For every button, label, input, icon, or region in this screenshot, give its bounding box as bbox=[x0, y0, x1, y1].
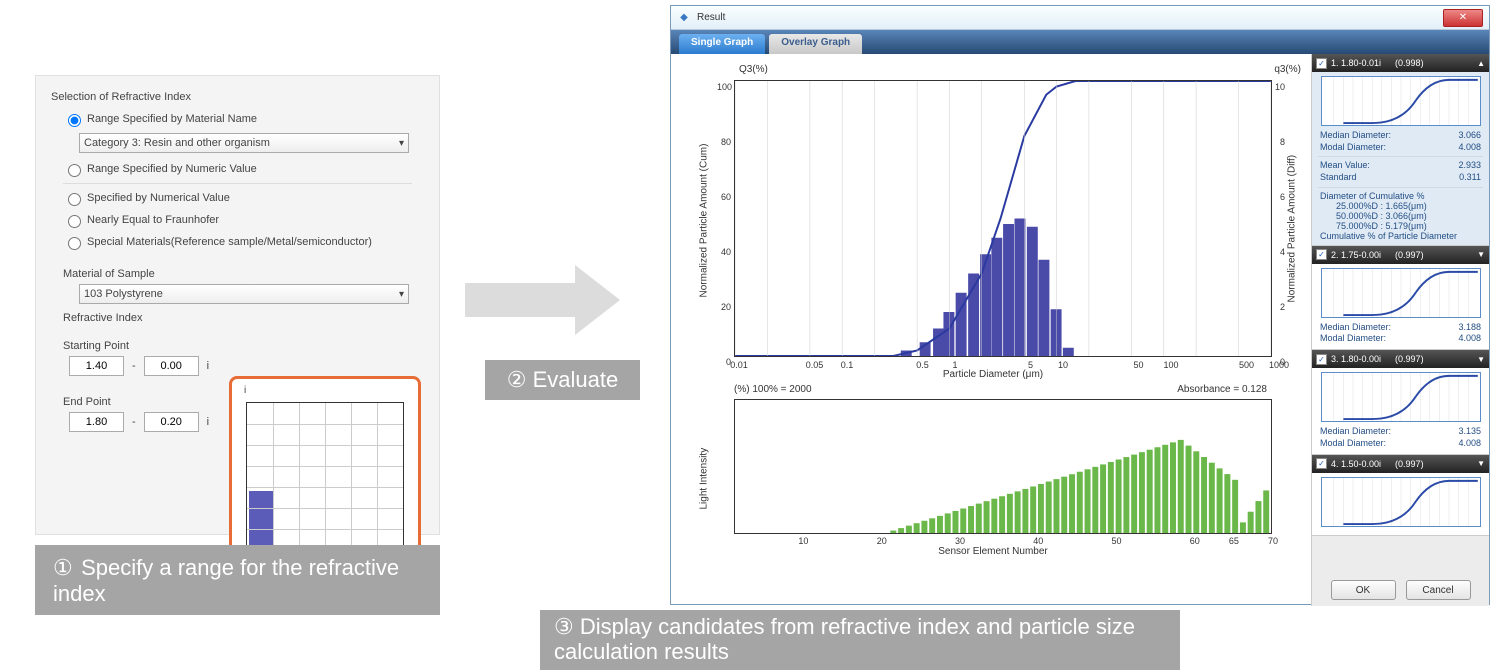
refractive-index-panel: Selection of Refractive Index Range Spec… bbox=[35, 75, 440, 535]
category-dropdown[interactable]: Category 3: Resin and other organism bbox=[79, 133, 409, 153]
check-icon: ✓ bbox=[1316, 58, 1327, 69]
radio-numeric-value[interactable]: Specified by Numerical Value bbox=[63, 190, 424, 206]
ok-button[interactable]: OK bbox=[1331, 580, 1396, 600]
ri-label: Refractive Index bbox=[63, 312, 424, 324]
check-icon: ✓ bbox=[1316, 249, 1327, 260]
candidate-body bbox=[1312, 473, 1489, 536]
radio-special-materials[interactable]: Special Materials(Reference sample/Metal… bbox=[63, 234, 424, 250]
material-label: Material of Sample bbox=[63, 268, 424, 280]
end-real-input[interactable] bbox=[69, 412, 124, 432]
end-point-label: End Point bbox=[63, 396, 211, 408]
candidates-sidebar: ✓1. 1.80-0.01i(0.998)▲Median Diameter:3.… bbox=[1311, 54, 1489, 606]
ri-bar bbox=[249, 491, 273, 551]
check-icon: ✓ bbox=[1316, 458, 1327, 469]
end-imag-input[interactable] bbox=[144, 412, 199, 432]
candidate-body: Median Diameter:3.135Modal Diameter:4.00… bbox=[1312, 368, 1489, 454]
radio-fraunhofer[interactable]: Nearly Equal to Fraunhofer bbox=[63, 212, 424, 228]
candidate-thumbnail bbox=[1321, 76, 1481, 126]
candidate-body: Median Diameter:3.188Modal Diameter:4.00… bbox=[1312, 264, 1489, 350]
flow-arrow bbox=[465, 265, 635, 335]
material-dropdown[interactable]: 103 Polystyrene bbox=[79, 284, 409, 304]
start-real-input[interactable] bbox=[69, 356, 124, 376]
candidate-thumbnail bbox=[1321, 372, 1481, 422]
start-point-label: Starting Point bbox=[63, 340, 211, 352]
caption-1: ① Specify a range for the refractive ind… bbox=[35, 545, 440, 615]
candidate-header[interactable]: ✓3. 1.80-0.00i(0.997)▼ bbox=[1312, 350, 1489, 368]
light-intensity-chart: (%) 100% = 2000 Absorbance = 0.128 Light… bbox=[679, 384, 1307, 559]
result-window: ◆ Result ✕ Single Graph Overlay Graph Q3… bbox=[670, 5, 1490, 605]
radio-numeric-range[interactable]: Range Specified by Numeric Value bbox=[63, 161, 424, 177]
candidate-header[interactable]: ✓4. 1.50-0.00i(0.997)▼ bbox=[1312, 455, 1489, 473]
cancel-button[interactable]: Cancel bbox=[1406, 580, 1471, 600]
panel-title: Selection of Refractive Index bbox=[51, 91, 424, 103]
candidate-thumbnail bbox=[1321, 268, 1481, 318]
radio-material-name[interactable]: Range Specified by Material Name bbox=[63, 111, 424, 127]
titlebar: ◆ Result ✕ bbox=[671, 6, 1489, 30]
charts-area: Q3(%) q3(%) Normalized Particle Amount (… bbox=[671, 54, 1311, 606]
tab-single-graph[interactable]: Single Graph bbox=[679, 34, 765, 54]
candidate-body: Median Diameter:3.066Modal Diameter:4.00… bbox=[1312, 72, 1489, 246]
tabs-bar: Single Graph Overlay Graph bbox=[671, 30, 1489, 54]
candidate-thumbnail bbox=[1321, 477, 1481, 527]
caption-2: ② Evaluate bbox=[485, 360, 640, 400]
check-icon: ✓ bbox=[1316, 354, 1327, 365]
start-imag-input[interactable] bbox=[144, 356, 199, 376]
tab-overlay-graph[interactable]: Overlay Graph bbox=[769, 34, 862, 54]
window-title: Result bbox=[697, 12, 725, 23]
main-distribution-chart: Q3(%) q3(%) Normalized Particle Amount (… bbox=[679, 62, 1307, 382]
caption-3: ③ Display candidates from refractive ind… bbox=[540, 610, 1180, 670]
candidate-header[interactable]: ✓2. 1.75-0.00i(0.997)▼ bbox=[1312, 246, 1489, 264]
candidate-header[interactable]: ✓1. 1.80-0.01i(0.998)▲ bbox=[1312, 54, 1489, 72]
close-button[interactable]: ✕ bbox=[1443, 9, 1483, 27]
app-icon: ◆ bbox=[677, 11, 691, 25]
